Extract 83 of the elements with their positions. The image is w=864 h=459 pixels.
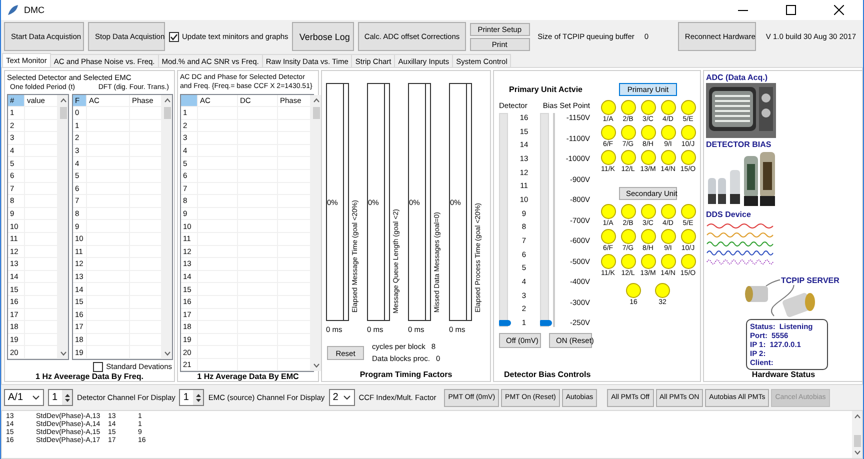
section-title: DETECTOR BIAS: [706, 140, 772, 149]
status-lamp[interactable]: [660, 204, 676, 219]
status-lamp[interactable]: [620, 150, 636, 165]
table-cell: [198, 107, 238, 120]
status-lamp[interactable]: [620, 229, 636, 244]
panel-footer: 1 Hz Aveerage Data By Freq.: [36, 372, 144, 381]
section-title: ADC (Data Acq.): [706, 73, 768, 82]
scrollbar-thumb[interactable]: [854, 435, 860, 447]
scrollbar-thumb[interactable]: [164, 107, 170, 119]
scroll-down-icon[interactable]: [854, 450, 860, 455]
slider-track[interactable]: [499, 113, 508, 327]
scrollbar-thumb[interactable]: [312, 107, 320, 119]
status-lamp[interactable]: [600, 125, 616, 140]
table-cell: [87, 107, 130, 120]
emc-spinner[interactable]: 1: [179, 389, 204, 406]
status-lamp[interactable]: [660, 100, 676, 115]
scrollbar-thumb[interactable]: [60, 107, 66, 119]
status-lamp[interactable]: [680, 204, 696, 219]
close-icon[interactable]: [834, 5, 844, 15]
checkbox[interactable]: [169, 32, 179, 42]
status-lamp[interactable]: [680, 125, 696, 140]
panel-footer: Hardware Status: [752, 370, 816, 379]
status-lamp[interactable]: [660, 254, 676, 269]
status-lamp[interactable]: [620, 125, 636, 140]
status-lamp[interactable]: [620, 204, 636, 219]
status-lamp[interactable]: [600, 150, 616, 165]
status-lamp[interactable]: [680, 254, 696, 269]
status-lamp[interactable]: [660, 150, 676, 165]
scroll-down-icon[interactable]: [312, 363, 320, 368]
slider-thumb[interactable]: [540, 320, 552, 326]
scrollbar[interactable]: [162, 95, 172, 359]
spin-down-icon[interactable]: [196, 398, 201, 402]
scroll-up-icon[interactable]: [60, 98, 66, 103]
dropdown-caret-icon[interactable]: [32, 395, 40, 400]
slider-track[interactable]: [540, 113, 549, 327]
status-lamp[interactable]: [600, 229, 616, 244]
status-lamp[interactable]: [640, 254, 656, 269]
scrollbar[interactable]: [58, 95, 68, 359]
status-lamp[interactable]: [626, 283, 641, 298]
spin-down-icon[interactable]: [64, 398, 70, 402]
section-title: DDS Device: [706, 210, 752, 219]
status-lamp[interactable]: [620, 254, 636, 269]
ccf-select[interactable]: 2: [328, 389, 355, 406]
table-cell: [25, 107, 58, 120]
slider-thumb[interactable]: [499, 320, 511, 326]
scroll-up-icon[interactable]: [854, 414, 860, 419]
status-lamp[interactable]: [680, 229, 696, 244]
corner-header-cell: [181, 95, 198, 107]
status-lamp[interactable]: [680, 100, 696, 115]
scrollbar[interactable]: [852, 411, 862, 458]
status-lamp[interactable]: [600, 204, 616, 219]
unit-status-title: Primary Unit Actvie: [509, 85, 584, 94]
scroll-up-icon[interactable]: [164, 98, 170, 103]
status-lamp[interactable]: [620, 100, 636, 115]
status-lamp[interactable]: [640, 204, 656, 219]
section-title: TCPIP SERVER: [780, 276, 840, 285]
spin-up-icon[interactable]: [196, 394, 201, 396]
status-lamp[interactable]: [680, 150, 696, 165]
panel-footer: Detector Bias Controls: [496, 370, 591, 379]
status-lamp[interactable]: [640, 150, 656, 165]
app-icon: [7, 4, 19, 16]
verbose-log-button[interactable]: Verbose Log: [292, 22, 354, 51]
scroll-down-icon[interactable]: [60, 350, 66, 356]
scroll-up-icon[interactable]: [312, 98, 320, 103]
status-lamp[interactable]: [655, 283, 670, 298]
window-title: DMC: [24, 5, 44, 15]
checkbox[interactable]: [93, 362, 104, 372]
status-lamp[interactable]: [660, 229, 676, 244]
status-lamp[interactable]: [640, 229, 656, 244]
detector-spinner[interactable]: 1: [48, 389, 73, 406]
maximize-icon[interactable]: [786, 5, 796, 15]
status-lamp[interactable]: [640, 125, 656, 140]
panel-footer: Program Timing Factors: [360, 370, 452, 379]
detector-select[interactable]: A/1: [4, 389, 44, 406]
dropdown-caret-icon[interactable]: [342, 395, 351, 400]
status-lamp[interactable]: [600, 100, 616, 115]
panel-footer: 1 Hz Average Data By EMC: [197, 372, 299, 382]
spin-up-icon[interactable]: [64, 394, 70, 396]
scrollbar[interactable]: [311, 95, 321, 372]
status-lamp[interactable]: [640, 100, 656, 115]
scroll-down-icon[interactable]: [164, 350, 170, 356]
status-lamp[interactable]: [660, 125, 676, 140]
status-lamp[interactable]: [600, 254, 616, 269]
